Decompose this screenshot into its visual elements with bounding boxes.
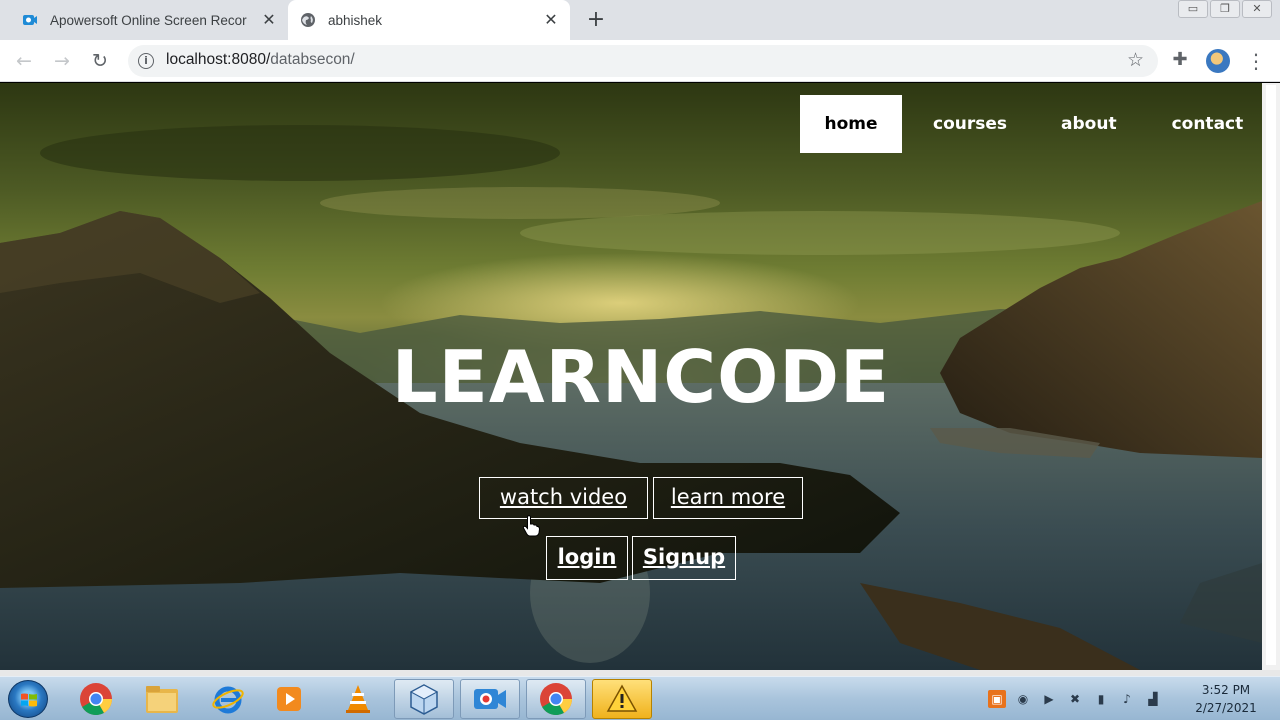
minimize-button[interactable]: ▭ (1178, 0, 1208, 18)
tray-network-error-icon[interactable]: ✖ (1066, 690, 1084, 708)
taskbar-explorer[interactable] (132, 679, 192, 719)
taskbar-media-player[interactable] (260, 679, 320, 719)
url-path: databsecon/ (270, 51, 355, 68)
taskbar-chrome-running[interactable] (526, 679, 586, 719)
recorder-icon (474, 689, 506, 709)
browser-toolbar: ← → ↻ i localhost:8080/databsecon/ ☆ (0, 40, 1280, 82)
media-player-icon (277, 687, 301, 711)
login-button[interactable]: login (546, 536, 628, 580)
nav-about[interactable]: about (1061, 95, 1117, 153)
chrome-icon (80, 683, 113, 716)
site-info-icon[interactable]: i (138, 53, 154, 69)
tray-signal-icon[interactable]: ▟ (1144, 690, 1162, 708)
forward-button[interactable]: → (50, 49, 74, 73)
tray-recorder-icon[interactable]: ▶ (1040, 690, 1058, 708)
scrollbar-thumb[interactable] (1266, 85, 1276, 665)
nav-home[interactable]: home (800, 95, 902, 153)
hero-title: LEARNCODE (391, 335, 891, 419)
taskbar-warning-app[interactable] (592, 679, 652, 719)
taskbar-clock[interactable]: 3:52 PM 2/27/2021 (1186, 681, 1266, 717)
windows-taskbar: ▣ ◉ ▶ ✖ ▮ ♪ ▟ 3:52 PM 2/27/2021 (0, 676, 1280, 720)
tray-volume-icon[interactable]: ♪ (1118, 690, 1136, 708)
tab-abhishek[interactable]: abhishek ✕ (288, 0, 570, 40)
warning-icon (606, 684, 638, 712)
tab-strip: Apowersoft Online Screen Recor ✕ abhishe… (0, 0, 1280, 40)
bookmark-star-icon[interactable]: ☆ (1127, 49, 1144, 71)
clock-time: 3:52 PM (1201, 683, 1251, 697)
tab-apowersoft[interactable]: Apowersoft Online Screen Recor ✕ (10, 0, 288, 40)
vlc-cone-icon (346, 685, 370, 713)
back-button[interactable]: ← (12, 49, 36, 73)
taskbar-internet-explorer[interactable] (198, 679, 258, 719)
folder-icon (146, 686, 178, 713)
window-controls: ▭ ❐ ✕ (1178, 0, 1272, 20)
browser-menu-icon[interactable]: ⋮ (1246, 49, 1266, 73)
clock-date: 2/27/2021 (1195, 701, 1257, 715)
nav-contact[interactable]: contact (1172, 95, 1244, 153)
page-viewport: home courses about contact LEARNCODE wat… (0, 83, 1262, 670)
start-button[interactable] (8, 680, 48, 718)
profile-avatar[interactable] (1206, 49, 1230, 73)
tray-app-icon[interactable]: ▣ (988, 690, 1006, 708)
tab-close-icon[interactable]: ✕ (260, 11, 278, 29)
learn-more-button[interactable]: learn more (653, 477, 803, 519)
taskbar-vlc[interactable] (328, 679, 388, 719)
tab-title: abhishek (328, 12, 383, 28)
recorder-icon (23, 15, 37, 25)
nav-courses[interactable]: courses (933, 95, 1007, 153)
windows-logo-icon (21, 693, 37, 707)
internet-explorer-icon (212, 686, 244, 714)
restore-button[interactable]: ❐ (1210, 0, 1240, 18)
system-tray: ▣ ◉ ▶ ✖ ▮ ♪ ▟ (988, 687, 1162, 711)
watch-video-button[interactable]: watch video (479, 477, 648, 519)
taskbar-chrome-pinned[interactable] (66, 679, 126, 719)
tab-close-icon[interactable]: ✕ (542, 11, 560, 29)
reload-button[interactable]: ↻ (88, 49, 112, 73)
extensions-puzzle-icon[interactable]: ✚ (1170, 50, 1190, 70)
chrome-icon (540, 683, 573, 716)
globe-icon (301, 13, 315, 27)
url-text: localhost:8080/databsecon/ (166, 51, 355, 69)
tab-title: Apowersoft Online Screen Recor (50, 12, 247, 28)
address-bar[interactable]: i localhost:8080/databsecon/ ☆ (128, 45, 1158, 77)
tray-battery-icon[interactable]: ▮ (1092, 690, 1110, 708)
tray-chrome-icon[interactable]: ◉ (1014, 690, 1032, 708)
site-nav: home courses about contact (800, 95, 1243, 153)
url-host: localhost:8080/ (166, 51, 271, 68)
signup-button[interactable]: Signup (632, 536, 736, 580)
virtualbox-cube-icon (409, 684, 439, 715)
taskbar-virtualbox[interactable] (394, 679, 454, 719)
hand-cursor-icon (522, 515, 540, 537)
page-scrollbar[interactable] (1262, 83, 1280, 670)
taskbar-screen-recorder[interactable] (460, 679, 520, 719)
close-window-button[interactable]: ✕ (1242, 0, 1272, 18)
new-tab-button[interactable]: + (584, 8, 608, 32)
